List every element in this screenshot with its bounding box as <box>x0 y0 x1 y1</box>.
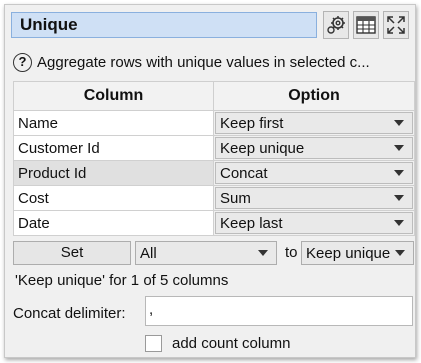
column-name: Product Id <box>13 160 214 186</box>
option-dropdown[interactable]: Keep last <box>215 212 413 234</box>
column-name: Customer Id <box>13 135 214 161</box>
chevron-down-icon <box>394 220 404 226</box>
status-text: 'Keep unique' for 1 of 5 columns <box>15 272 229 289</box>
option-value: Concat <box>220 164 268 182</box>
option-value: Keep last <box>220 214 283 232</box>
column-name: Cost <box>13 185 214 211</box>
column-name: Name <box>13 110 214 136</box>
delimiter-input[interactable]: , <box>145 296 413 326</box>
column-header[interactable]: Column <box>13 81 214 111</box>
count-column-checkbox[interactable] <box>145 335 162 352</box>
expand-icon[interactable] <box>383 11 409 39</box>
option-dropdown[interactable]: Keep first <box>215 112 413 134</box>
option-dropdown[interactable]: Sum <box>215 187 413 209</box>
table-row[interactable]: Product Id Concat <box>13 160 415 186</box>
aggregate-options-table: Column Option Name Keep first Customer I… <box>13 81 415 236</box>
delimiter-label: Concat delimiter: <box>13 305 126 322</box>
option-value: Keep unique <box>220 139 305 157</box>
scope-value: All <box>140 244 157 262</box>
chevron-down-icon <box>394 120 404 126</box>
description: ? Aggregate rows with unique values in s… <box>13 50 413 74</box>
table-row[interactable]: Name Keep first <box>13 110 415 136</box>
column-name: Date <box>13 210 214 236</box>
scope-select[interactable]: All <box>135 241 277 265</box>
chevron-down-icon <box>394 195 404 201</box>
set-row: Set All to Keep unique <box>13 241 414 265</box>
unique-panel: Unique ? Aggregate rows with unique valu… <box>4 4 416 358</box>
chevron-down-icon <box>394 170 404 176</box>
to-label: to <box>285 244 298 261</box>
option-dropdown[interactable]: Concat <box>215 162 413 184</box>
option-value: Keep first <box>220 114 284 132</box>
chevron-down-icon <box>258 250 268 256</box>
option-header[interactable]: Option <box>213 81 415 111</box>
option-select-value: Keep unique <box>306 244 391 262</box>
chevron-down-icon <box>394 145 404 151</box>
table-icon[interactable] <box>353 11 379 39</box>
panel-title: Unique <box>11 12 317 38</box>
help-icon[interactable]: ? <box>13 52 32 72</box>
chevron-down-icon <box>395 250 405 256</box>
description-text: Aggregate rows with unique values in sel… <box>37 53 370 71</box>
count-column-option[interactable]: add count column <box>145 335 290 352</box>
option-dropdown[interactable]: Keep unique <box>215 137 413 159</box>
option-select[interactable]: Keep unique <box>301 241 414 265</box>
table-row[interactable]: Cost Sum <box>13 185 415 211</box>
option-value: Sum <box>220 189 251 207</box>
set-button[interactable]: Set <box>13 241 131 265</box>
table-row[interactable]: Customer Id Keep unique <box>13 135 415 161</box>
gear-icon[interactable] <box>323 11 349 39</box>
table-row[interactable]: Date Keep last <box>13 210 415 236</box>
count-column-label: add count column <box>172 335 291 352</box>
